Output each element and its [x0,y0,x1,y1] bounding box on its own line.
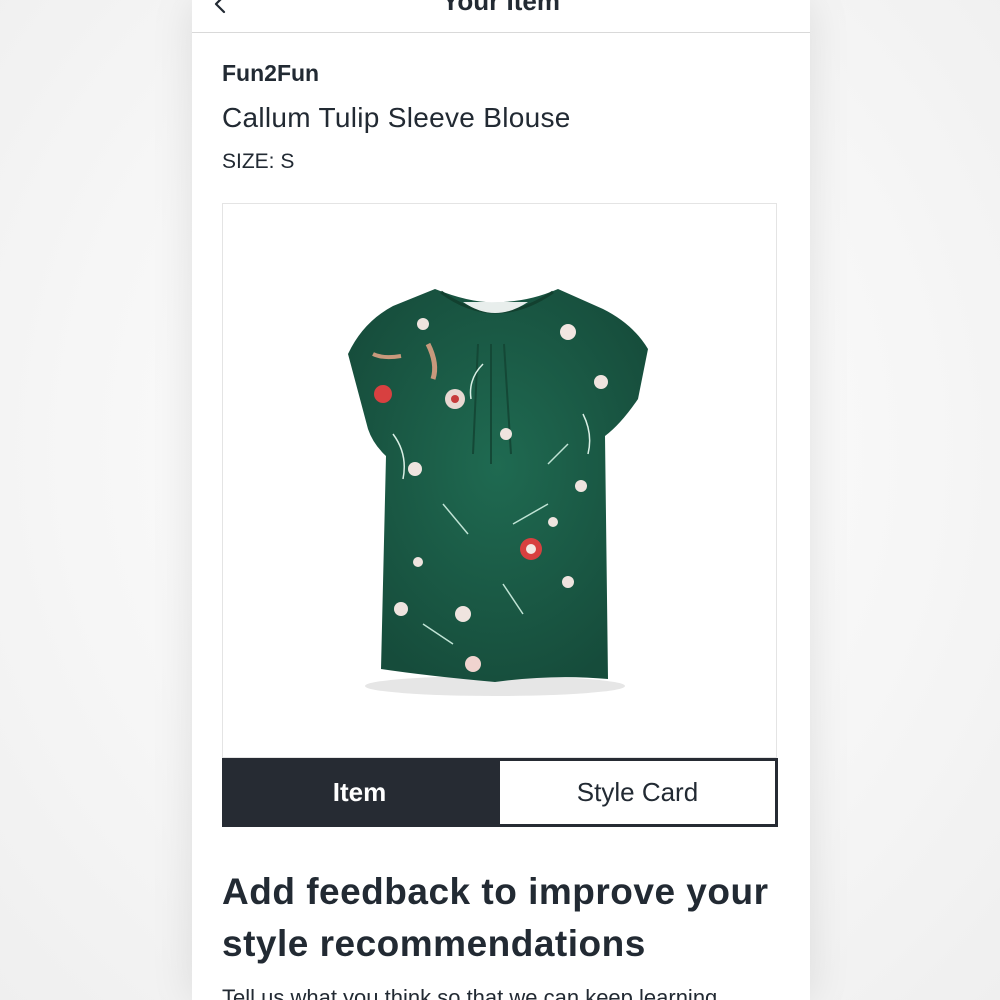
brand-name: Fun2Fun [222,60,320,86]
app-screen: Your Item Fun2Fun Callum Tulip Sleeve Bl… [192,0,810,1000]
product-name: Callum Tulip Sleeve Blouse [222,102,571,133]
tab-item[interactable]: Item [222,758,497,827]
top-bar: Your Item [192,0,810,33]
tab-style-card[interactable]: Style Card [497,758,778,827]
floral-blouse-image [348,289,648,696]
feedback-heading: Add feedback to improve your style recom… [222,871,769,964]
feedback-description: Tell us what you think so that we can ke… [222,985,718,1000]
item-style-tabs: Item Style Card [222,758,778,827]
screenshot-stage: Your Item Fun2Fun Callum Tulip Sleeve Bl… [0,0,1000,1000]
product-image-frame[interactable] [222,203,777,758]
product-size: SIZE: S [222,150,295,173]
page-title: Your Item [442,0,560,16]
